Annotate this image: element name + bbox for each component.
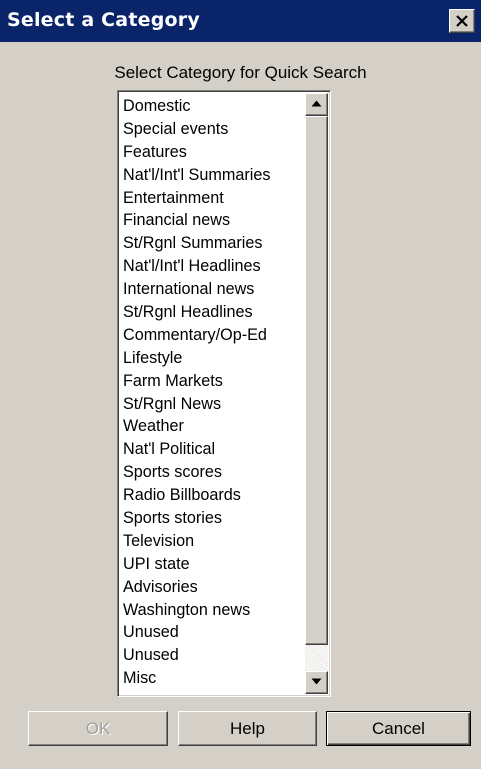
ok-button[interactable]: OK (28, 711, 168, 746)
scroll-down-arrow-icon (311, 678, 322, 685)
category-list-item[interactable]: Farm Markets (123, 370, 306, 393)
title-bar[interactable]: Select a Category (0, 0, 481, 42)
category-list-item[interactable]: Lifestyle (123, 347, 306, 370)
category-list-item[interactable]: Misc (123, 667, 306, 690)
scroll-thumb[interactable] (305, 116, 328, 645)
category-list-item[interactable]: Radio Billboards (123, 484, 306, 507)
vertical-scrollbar[interactable] (305, 93, 328, 694)
category-list-item[interactable]: Features (123, 141, 306, 164)
category-list-item[interactable]: St/Rgnl Headlines (123, 301, 306, 324)
category-list-item[interactable]: Sports scores (123, 461, 306, 484)
category-listbox[interactable]: Domestic Special events Features Nat'l/Int'… (117, 90, 331, 697)
category-list-item[interactable]: Nat'l Political (123, 438, 306, 461)
category-list-item[interactable]: Nat'l/Int'l Headlines (123, 255, 306, 278)
close-x-icon (456, 15, 468, 27)
category-list-item[interactable]: Television (123, 530, 306, 553)
category-list-item[interactable]: Entertainment (123, 187, 306, 210)
scroll-up-arrow-icon (311, 100, 322, 107)
category-list-item[interactable]: Sports stories (123, 507, 306, 530)
category-list: Domestic Special events Features Nat'l/Int'… (123, 95, 306, 690)
category-list-item[interactable]: Advisories (123, 576, 306, 599)
dialog-prompt: Select Category for Quick Search (114, 63, 367, 82)
category-list-item[interactable]: Financial news (123, 209, 306, 232)
category-list-item[interactable]: Nat'l/Int'l Summaries (123, 164, 306, 187)
category-list-item[interactable]: St/Rgnl News (123, 393, 306, 416)
category-list-item[interactable]: UPI state (123, 553, 306, 576)
close-button[interactable] (449, 9, 475, 33)
category-list-item[interactable]: Unused (123, 621, 306, 644)
scroll-down-button[interactable] (305, 671, 328, 694)
category-list-item[interactable]: International news (123, 278, 306, 301)
category-list-item[interactable]: Washington news (123, 599, 306, 622)
category-list-item[interactable]: Commentary/Op-Ed (123, 324, 306, 347)
category-list-item[interactable]: St/Rgnl Summaries (123, 232, 306, 255)
category-list-item[interactable]: Domestic (123, 95, 306, 118)
select-category-dialog: Select a Category Select Category for Qu… (0, 0, 481, 769)
cancel-button[interactable]: Cancel (326, 711, 471, 746)
window-title: Select a Category (7, 9, 200, 31)
category-list-item[interactable]: Special events (123, 118, 306, 141)
category-list-item[interactable]: Unused (123, 644, 306, 667)
scroll-up-button[interactable] (305, 93, 328, 116)
help-button[interactable]: Help (178, 711, 317, 746)
category-list-item[interactable]: Weather (123, 415, 306, 438)
